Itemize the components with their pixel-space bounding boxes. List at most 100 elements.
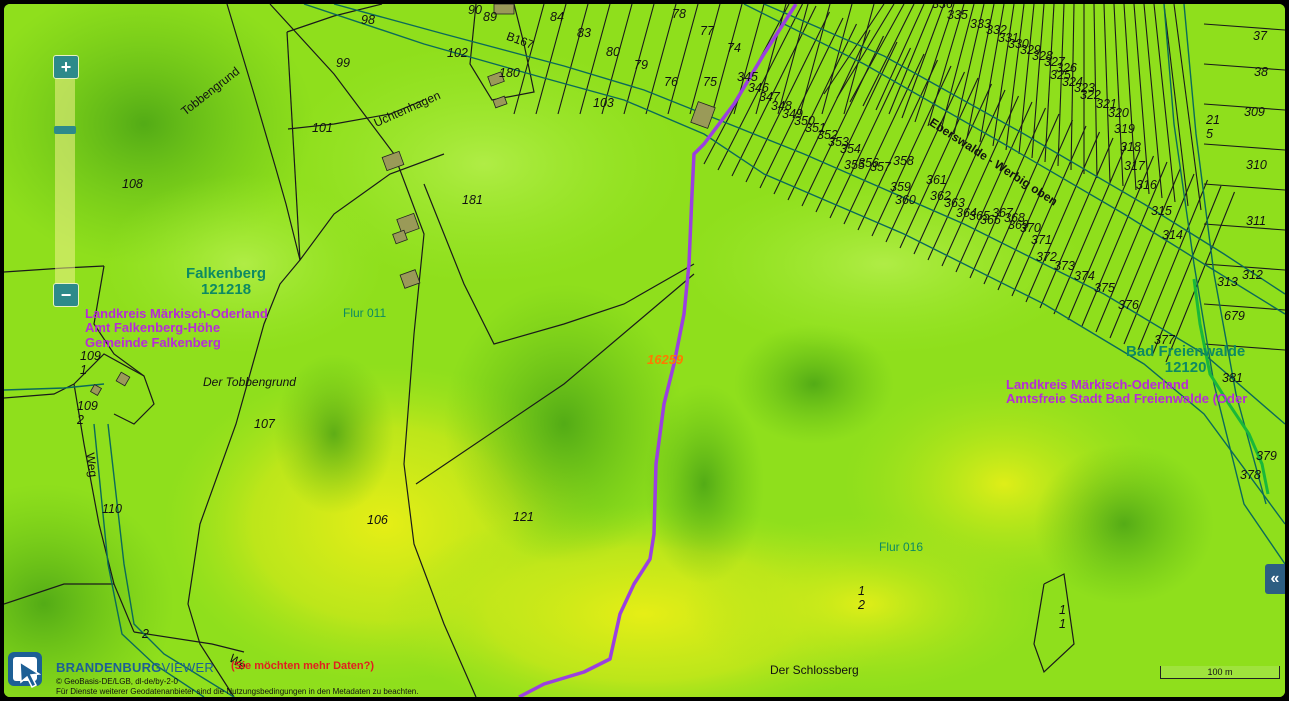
zoom-slider-handle[interactable] bbox=[54, 126, 76, 134]
parcel-label: 181 bbox=[462, 193, 483, 207]
parcel-label: 378 bbox=[1240, 468, 1261, 482]
zoom-slider-track[interactable] bbox=[55, 77, 75, 287]
parcel-label: 315 bbox=[1151, 204, 1172, 218]
parcel-label: 98 bbox=[361, 13, 375, 27]
parcel-label: 314 bbox=[1162, 228, 1183, 242]
parcel-label: 110 bbox=[102, 502, 122, 516]
parcel-label: 89 bbox=[483, 10, 497, 24]
parcel-label: 121 bbox=[513, 510, 534, 524]
parcel-label: 77 bbox=[700, 24, 714, 38]
copyright-text: © GeoBasis-DE/LGB, dl-de/by-2-0 bbox=[56, 677, 178, 686]
parcel-label: 37 bbox=[1253, 29, 1267, 43]
parcel-label: 375 bbox=[1094, 281, 1115, 295]
terms-text: Für Dienste weiterer Geodatenanbieter si… bbox=[56, 687, 419, 696]
parcel-label: 83 bbox=[577, 26, 591, 40]
municipality-bad-freienwalde: Bad Freienwalde 12120 bbox=[1126, 344, 1245, 376]
more-data-link[interactable]: (Sie möchten mehr Daten?) bbox=[231, 660, 374, 672]
parcel-label: 313 bbox=[1217, 275, 1238, 289]
road-label-weg: Weg bbox=[83, 451, 101, 479]
map-canvas[interactable]: 98 99 102 101 180 181 108 103 90 89 84 8… bbox=[4, 4, 1285, 697]
parcel-label: 320 bbox=[1108, 106, 1129, 120]
feature-id-label: 16259 bbox=[647, 352, 684, 367]
admin-label-left: Landkreis Märkisch-Oderland Amt Falkenbe… bbox=[85, 306, 268, 350]
parcel-label: 379 bbox=[1256, 449, 1277, 463]
parcel-label: 319 bbox=[1114, 122, 1135, 136]
parcel-label: 76 bbox=[664, 75, 678, 89]
parcel-label: 5 bbox=[1206, 127, 1213, 141]
parcel-label: 109 bbox=[80, 349, 101, 363]
admin-city: Amtsfreie Stadt Bad Freienwalde (Oder bbox=[1006, 391, 1248, 407]
parcel-label: 1 bbox=[858, 584, 865, 598]
municipality-code: 12120 bbox=[1164, 358, 1207, 376]
parcel-label: 109 bbox=[77, 399, 98, 413]
municipality-code: 121218 bbox=[200, 280, 252, 298]
parcel-label: 374 bbox=[1074, 269, 1095, 283]
parcel-label: 311 bbox=[1246, 214, 1266, 228]
admin-label-right: Landkreis Märkisch-Oderland Amtsfreie St… bbox=[1006, 377, 1248, 407]
brand-sub: VIEWER bbox=[161, 660, 214, 675]
scale-bar: 100 m bbox=[1160, 666, 1282, 680]
admin-district: Landkreis Märkisch-Oderland bbox=[85, 306, 268, 321]
parcel-label: 80 bbox=[606, 45, 620, 59]
flur-label: Flur 011 bbox=[343, 306, 387, 320]
parcel-label: 2 bbox=[77, 413, 84, 427]
parcel-label: 376 bbox=[1118, 298, 1139, 312]
parcel-label: 38 bbox=[1254, 65, 1268, 79]
parcel-label: 358 bbox=[893, 154, 914, 168]
brand-main: BRANDENBURG bbox=[56, 660, 162, 675]
parcel-label: 360 bbox=[895, 193, 916, 207]
scale-bar-label: 100 m bbox=[1207, 667, 1233, 677]
parcel-label: 99 bbox=[336, 56, 350, 70]
zoom-control: + − bbox=[51, 55, 79, 307]
parcel-label: 318 bbox=[1120, 140, 1141, 154]
parcel-label: 102 bbox=[447, 46, 468, 60]
parcel-label: 180 bbox=[499, 66, 520, 80]
parcel-label: 335 bbox=[947, 8, 968, 22]
parcel-label: 312 bbox=[1242, 268, 1263, 282]
parcel-label: 79 bbox=[634, 58, 648, 72]
parcel-label: 78 bbox=[672, 7, 686, 21]
parcel-label: 316 bbox=[1136, 178, 1157, 192]
municipality-name: Bad Freienwalde bbox=[1126, 343, 1246, 360]
admin-district: Landkreis Märkisch-Oderland bbox=[1006, 377, 1189, 392]
parcel-label: 21 bbox=[1206, 113, 1220, 127]
parcel-label: 74 bbox=[727, 41, 741, 55]
side-panel-toggle-button[interactable]: « bbox=[1265, 564, 1285, 594]
parcel-label: 1 bbox=[1059, 603, 1066, 617]
admin-gemeinde: Gemeinde Falkenberg bbox=[85, 334, 221, 350]
brandenburg-viewer-logo-icon[interactable] bbox=[6, 650, 52, 692]
place-label-tobbengrund: Der Tobbengrund bbox=[203, 375, 296, 389]
parcel-label: 1 bbox=[1059, 617, 1066, 631]
parcel-label: 679 bbox=[1224, 309, 1245, 323]
place-label-schlossberg: Der Schlossberg bbox=[770, 663, 859, 677]
parcel-label: 317 bbox=[1124, 159, 1145, 173]
parcel-label: 310 bbox=[1246, 158, 1267, 172]
viewer-branding: BRANDENBURGVIEWER (Sie möchten mehr Date… bbox=[6, 650, 606, 696]
parcel-label: 84 bbox=[550, 10, 564, 24]
parcel-label: 361 bbox=[926, 173, 947, 187]
admin-amt: Amt Falkenberg-Höhe bbox=[85, 320, 221, 336]
zoom-in-button[interactable]: + bbox=[53, 55, 79, 79]
parcel-label: 106 bbox=[367, 513, 388, 527]
parcel-label: 90 bbox=[468, 4, 482, 17]
brand-name[interactable]: BRANDENBURGVIEWER bbox=[56, 660, 214, 675]
parcel-label: 1 bbox=[80, 363, 87, 377]
map-frame: 98 99 102 101 180 181 108 103 90 89 84 8… bbox=[0, 0, 1289, 701]
parcel-label: 309 bbox=[1244, 105, 1265, 119]
parcel-label: 103 bbox=[593, 96, 614, 110]
parcel-label: 371 bbox=[1031, 233, 1052, 247]
municipality-falkenberg: Falkenberg 121218 bbox=[186, 266, 266, 298]
parcel-label: 354 bbox=[840, 142, 861, 156]
parcel-label: 107 bbox=[254, 417, 275, 431]
flur-label: Flur 016 bbox=[879, 540, 924, 554]
municipality-name: Falkenberg bbox=[186, 265, 267, 282]
parcel-label: 108 bbox=[122, 177, 143, 191]
parcel-label: 101 bbox=[312, 121, 333, 135]
parcel-label: 2 bbox=[142, 627, 149, 641]
parcel-label: 373 bbox=[1054, 259, 1075, 273]
zoom-out-button[interactable]: − bbox=[53, 283, 79, 307]
parcel-label: 359 bbox=[890, 180, 911, 194]
parcel-label: 2 bbox=[858, 598, 865, 612]
parcel-label: 357 bbox=[870, 160, 891, 174]
parcel-label: 75 bbox=[703, 75, 717, 89]
